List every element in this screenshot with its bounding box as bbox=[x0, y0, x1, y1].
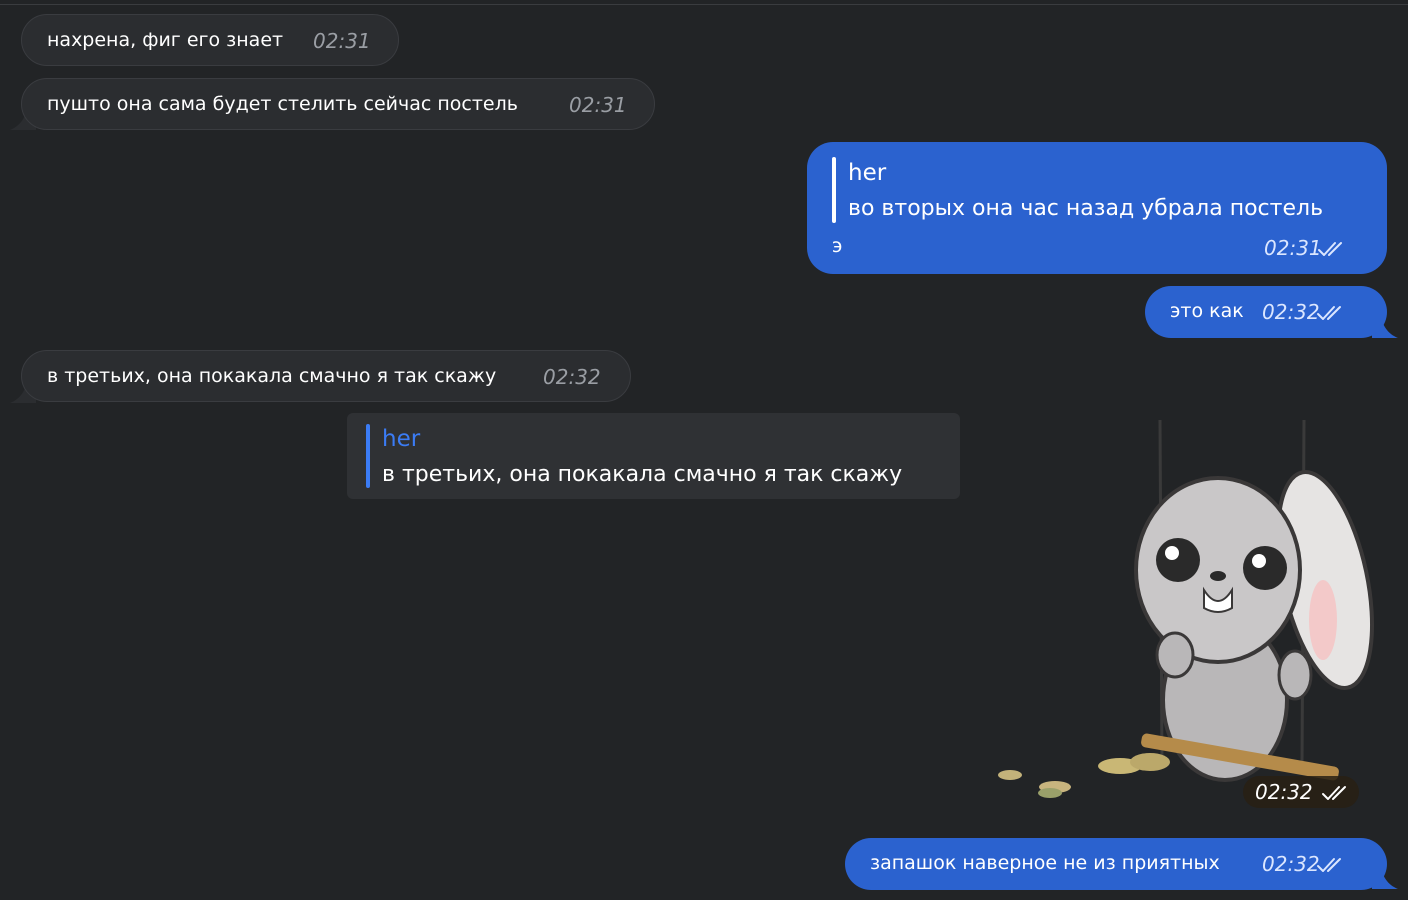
incoming-message[interactable]: нахрена, фиг его знает 02:31 bbox=[21, 14, 399, 66]
sticker-time-badge: 02:32 bbox=[1243, 776, 1359, 808]
reply-quote-text: во вторых она час назад убрала постель bbox=[848, 196, 1324, 221]
outgoing-message[interactable]: her во вторых она час назад убрала посте… bbox=[807, 142, 1387, 274]
message-time: 02:32 bbox=[543, 365, 601, 389]
message-time: 02:32 bbox=[1262, 852, 1320, 876]
reply-author: her bbox=[848, 160, 887, 186]
message-text: в третьих, она покакала смачно я так ска… bbox=[47, 365, 497, 387]
outgoing-message[interactable]: это как 02:32 bbox=[1145, 286, 1387, 338]
message-text: запашок наверное не из приятных bbox=[870, 852, 1220, 874]
reply-preview-text: в третьих, она покакала смачно я так ска… bbox=[382, 462, 903, 487]
message-time: 02:31 bbox=[313, 29, 371, 53]
double-check-icon bbox=[1317, 858, 1341, 872]
incoming-message[interactable]: пушто она сама будет стелить сейчас пост… bbox=[21, 78, 655, 130]
reply-preview-panel[interactable]: her в третьих, она покакала смачно я так… bbox=[347, 413, 960, 499]
double-check-icon bbox=[1322, 786, 1346, 800]
window-top-divider bbox=[0, 0, 1408, 5]
message-time: 02:31 bbox=[1264, 236, 1322, 260]
outgoing-message[interactable]: запашок наверное не из приятных 02:32 bbox=[845, 838, 1387, 890]
message-time: 02:32 bbox=[1255, 780, 1313, 804]
reply-quote-bar bbox=[832, 157, 836, 223]
message-text: э bbox=[832, 235, 843, 257]
double-check-icon bbox=[1318, 242, 1342, 256]
reply-preview-bar bbox=[366, 424, 370, 488]
double-check-icon bbox=[1317, 306, 1341, 320]
message-text: пушто она сама будет стелить сейчас пост… bbox=[47, 93, 518, 115]
message-text: это как bbox=[1170, 300, 1244, 322]
reply-preview-author: her bbox=[382, 426, 421, 452]
bunny-on-swing-sticker[interactable] bbox=[990, 420, 1390, 810]
message-text: нахрена, фиг его знает bbox=[47, 29, 284, 51]
incoming-message[interactable]: в третьих, она покакала смачно я так ска… bbox=[21, 350, 631, 402]
message-time: 02:32 bbox=[1262, 300, 1320, 324]
message-time: 02:31 bbox=[569, 93, 627, 117]
